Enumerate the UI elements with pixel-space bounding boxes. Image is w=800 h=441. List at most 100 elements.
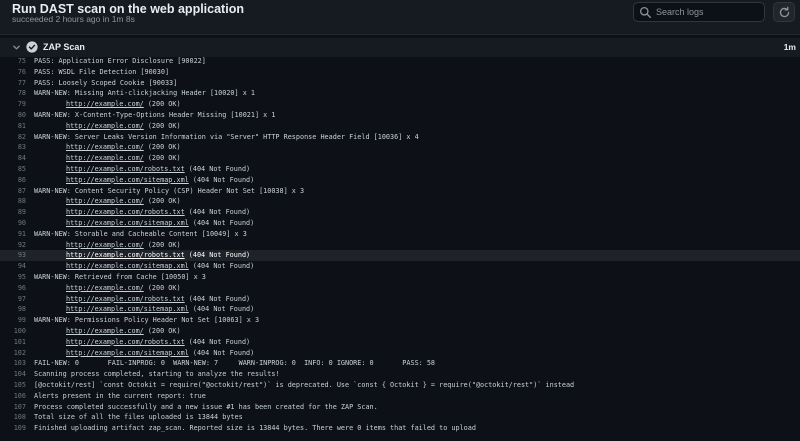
line-number[interactable]: 104 — [0, 369, 34, 380]
line-number[interactable]: 107 — [0, 402, 34, 413]
line-number[interactable]: 99 — [0, 315, 34, 326]
log-status: (404 Not Found) — [184, 251, 251, 260]
line-number[interactable]: 80 — [0, 110, 34, 121]
log-status: (200 OK) — [143, 326, 181, 335]
step-duration: 1m — [783, 42, 796, 52]
log-status: (200 OK) — [143, 100, 181, 109]
log-line: 103 FAIL-NEW: 0 FAIL-INPROG: 0 WARN-NEW: … — [0, 358, 800, 369]
header-divider — [0, 34, 800, 35]
log-text: WARN-NEW: Missing Anti-clickjacking Head… — [34, 89, 255, 98]
log-line: 80 WARN-NEW: X-Content-Type-Options Heade… — [0, 110, 800, 121]
log-link[interactable]: http://example.com/robots.txt — [66, 165, 185, 173]
log-link[interactable]: http://example.com/ — [66, 122, 144, 130]
log-link[interactable]: http://example.com/ — [66, 154, 144, 162]
line-number[interactable]: 101 — [0, 337, 34, 348]
log-line: 77 PASS: Loosely Scoped Cookie [90033] — [0, 78, 800, 89]
log-link[interactable]: http://example.com/sitemap.xml — [66, 305, 189, 313]
line-number[interactable]: 95 — [0, 272, 34, 283]
line-number[interactable]: 103 — [0, 358, 34, 369]
log-link[interactable]: http://example.com/sitemap.xml — [66, 349, 189, 357]
line-number[interactable]: 105 — [0, 380, 34, 391]
refresh-button[interactable] — [773, 2, 795, 22]
log-status: (200 OK) — [143, 121, 181, 130]
line-number[interactable]: 77 — [0, 78, 34, 89]
log-text: WARN-NEW: Retrieved from Cache [10050] x… — [34, 272, 206, 281]
line-number[interactable]: 109 — [0, 423, 34, 434]
log-line: 98 http://example.com/sitemap.xml (404 No… — [0, 304, 800, 315]
log-link[interactable]: http://example.com/ — [66, 197, 144, 205]
log-link[interactable]: http://example.com/sitemap.xml — [66, 176, 189, 184]
log-link[interactable]: http://example.com/robots.txt — [66, 338, 185, 346]
log-line: 101 http://example.com/robots.txt (404 No… — [0, 337, 800, 348]
log-link[interactable]: http://example.com/sitemap.xml — [66, 219, 189, 227]
log-link[interactable]: http://example.com/robots.txt — [66, 295, 185, 303]
line-number[interactable]: 84 — [0, 153, 34, 164]
log-line: 79 http://example.com/ (200 OK) — [0, 99, 800, 110]
line-number[interactable]: 78 — [0, 88, 34, 99]
step-header-zap-scan[interactable]: ZAP Scan 1m — [0, 38, 800, 57]
line-number[interactable]: 87 — [0, 186, 34, 197]
step-name: ZAP Scan — [43, 42, 85, 52]
search-icon — [639, 6, 652, 19]
log-text: WARN-NEW: Storable and Cacheable Content… — [34, 229, 247, 238]
log-line: 102 http://example.com/sitemap.xml (404 N… — [0, 348, 800, 359]
log-line: 108 Total size of all the files uploaded … — [0, 412, 800, 423]
log-text: WARN-NEW: Permissions Policy Header Not … — [34, 316, 260, 325]
line-number[interactable]: 102 — [0, 348, 34, 359]
log-status: (404 Not Found) — [188, 175, 255, 184]
line-number[interactable]: 97 — [0, 294, 34, 305]
line-number[interactable]: 90 — [0, 218, 34, 229]
line-number[interactable]: 88 — [0, 196, 34, 207]
log-link[interactable]: http://example.com/sitemap.xml — [66, 262, 189, 270]
log-link[interactable]: http://example.com/ — [66, 100, 144, 108]
line-number[interactable]: 93 — [0, 250, 34, 261]
line-number[interactable]: 92 — [0, 240, 34, 251]
log-link[interactable]: http://example.com/ — [66, 327, 144, 335]
line-number[interactable]: 89 — [0, 207, 34, 218]
log-line: 89 http://example.com/robots.txt (404 Not… — [0, 207, 800, 218]
log-line: 87 WARN-NEW: Content Security Policy (CSP… — [0, 186, 800, 197]
line-number[interactable]: 76 — [0, 67, 34, 78]
log-status: (404 Not Found) — [188, 348, 255, 357]
line-number[interactable]: 81 — [0, 121, 34, 132]
line-number[interactable]: 100 — [0, 326, 34, 337]
log-text: WARN-NEW: X-Content-Type-Options Header … — [34, 110, 276, 119]
log-line: 91 WARN-NEW: Storable and Cacheable Conte… — [0, 229, 800, 240]
line-number[interactable]: 85 — [0, 164, 34, 175]
log-line: 96 http://example.com/ (200 OK) — [0, 283, 800, 294]
log-link[interactable]: http://example.com/ — [66, 284, 144, 292]
log-status: (404 Not Found) — [184, 164, 251, 173]
log-link[interactable]: http://example.com/ — [66, 241, 144, 249]
log-line: 97 http://example.com/robots.txt (404 Not… — [0, 294, 800, 305]
log-line: 75 PASS: Application Error Disclosure [90… — [0, 56, 800, 67]
log-text: FAIL-NEW: 0 FAIL-INPROG: 0 WARN-NEW: 7 W… — [34, 359, 436, 368]
line-number[interactable]: 75 — [0, 56, 34, 67]
log-line: 92 http://example.com/ (200 OK) — [0, 240, 800, 251]
search-logs-input[interactable] — [656, 4, 760, 20]
log-status: (404 Not Found) — [184, 208, 251, 217]
log-line: 105 [@octokit/rest] `const Octokit = requ… — [0, 380, 800, 391]
line-number[interactable]: 106 — [0, 391, 34, 402]
log-status: (200 OK) — [143, 283, 181, 292]
log-text: PASS: Application Error Disclosure [9002… — [34, 57, 206, 65]
log-line: 88 http://example.com/ (200 OK) — [0, 196, 800, 207]
line-number[interactable]: 96 — [0, 283, 34, 294]
log-link[interactable]: http://example.com/ — [66, 143, 144, 151]
line-number[interactable]: 79 — [0, 99, 34, 110]
log-text: PASS: Loosely Scoped Cookie [90033] — [34, 78, 178, 87]
log-line: 95 WARN-NEW: Retrieved from Cache [10050]… — [0, 272, 800, 283]
line-number[interactable]: 98 — [0, 304, 34, 315]
log-link[interactable]: http://example.com/robots.txt — [66, 208, 185, 216]
log-text: Finished uploading artifact zap_scan. Re… — [34, 424, 476, 433]
chevron-down-icon[interactable] — [12, 43, 21, 52]
log-link[interactable]: http://example.com/robots.txt — [66, 251, 185, 259]
line-number[interactable]: 82 — [0, 132, 34, 143]
line-number[interactable]: 108 — [0, 412, 34, 423]
log-text: Alerts present in the current report: tr… — [34, 391, 206, 400]
line-number[interactable]: 91 — [0, 229, 34, 240]
run-status-text: succeeded 2 hours ago in 1m 8s — [12, 14, 135, 24]
line-number[interactable]: 94 — [0, 261, 34, 272]
search-box[interactable] — [633, 2, 765, 22]
line-number[interactable]: 86 — [0, 175, 34, 186]
line-number[interactable]: 83 — [0, 142, 34, 153]
